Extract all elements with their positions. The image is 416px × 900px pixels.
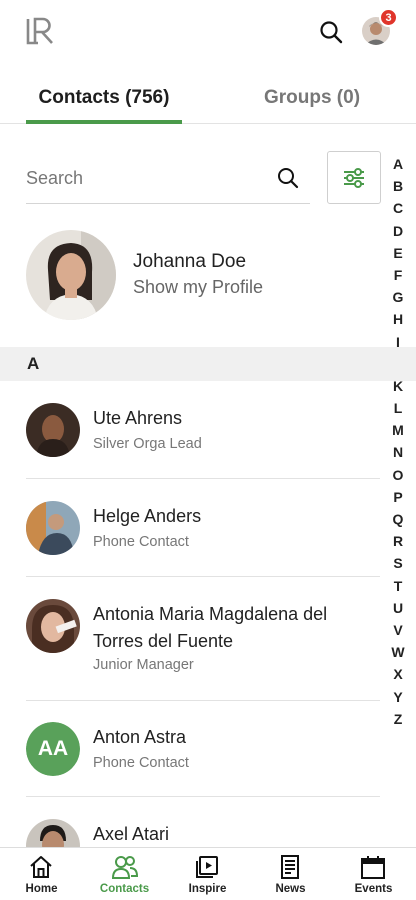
nav-news[interactable]: News: [249, 848, 332, 900]
events-icon: [361, 856, 385, 879]
my-profile-avatar[interactable]: [26, 230, 116, 320]
my-profile-card[interactable]: Johanna Doe Show my Profile: [26, 230, 376, 320]
contact-role: Phone Contact: [93, 534, 189, 550]
nav-inspire-label: Inspire: [188, 883, 227, 895]
contact-name: Axel Atari: [93, 824, 170, 844]
alphabet-letter-d[interactable]: D: [389, 220, 407, 242]
lr-logo-icon[interactable]: [26, 17, 54, 45]
contact-row[interactable]: Helge Anders Phone Contact: [0, 479, 380, 576]
contact-row[interactable]: Axel Atari: [0, 797, 380, 873]
nav-events-label: Events: [354, 883, 393, 895]
alphabet-letter-w[interactable]: W: [389, 641, 407, 663]
news-icon: [281, 855, 299, 879]
contact-row[interactable]: Antonia Maria Magdalena del Torres del F…: [0, 577, 380, 700]
contact-row[interactable]: AA Anton Astra Phone Contact: [0, 701, 380, 797]
contact-avatar: [26, 403, 80, 457]
contact-role: Silver Orga Lead: [93, 436, 202, 452]
active-tab-indicator: [26, 120, 182, 124]
top-bar: 3: [0, 0, 416, 64]
alphabet-letter-p[interactable]: P: [389, 486, 407, 508]
alphabet-letter-h[interactable]: H: [389, 308, 407, 330]
tab-contacts-label: Contacts (756): [38, 87, 170, 108]
alphabet-letter-x[interactable]: X: [389, 663, 407, 685]
contacts-icon: [111, 856, 139, 879]
tab-groups[interactable]: Groups (0): [208, 72, 416, 124]
alphabet-letter-b[interactable]: B: [389, 175, 407, 197]
alphabet-letter-g[interactable]: G: [389, 286, 407, 308]
contact-name: Antonia Maria Magdalena del Torres del F…: [93, 604, 328, 651]
search-icon[interactable]: [318, 19, 344, 45]
section-letter: A: [27, 354, 40, 373]
alphabet-index: ABCDEFGHIJKLMNOPQRSTUVWXYZ: [389, 153, 407, 730]
contact-name: Anton Astra: [93, 727, 187, 747]
alphabet-letter-s[interactable]: S: [389, 552, 407, 574]
nav-home-label: Home: [25, 883, 58, 895]
inspire-icon: [196, 856, 218, 878]
alphabet-letter-t[interactable]: T: [389, 575, 407, 597]
tab-bar: Contacts (756) Groups (0): [0, 72, 416, 124]
nav-inspire[interactable]: Inspire: [166, 848, 249, 900]
search-field: [26, 154, 310, 204]
alphabet-letter-m[interactable]: M: [389, 419, 407, 441]
alphabet-letter-a[interactable]: A: [389, 153, 407, 175]
alphabet-letter-o[interactable]: O: [389, 464, 407, 486]
alphabet-letter-e[interactable]: E: [389, 242, 407, 264]
nav-home[interactable]: Home: [0, 848, 83, 900]
alphabet-letter-z[interactable]: Z: [389, 708, 407, 730]
filter-button[interactable]: [327, 151, 381, 204]
contact-role: Junior Manager: [93, 657, 194, 673]
contact-row[interactable]: Ute Ahrens Silver Orga Lead: [0, 381, 380, 479]
tab-groups-label: Groups (0): [263, 87, 361, 108]
contact-name: Helge Anders: [93, 506, 202, 526]
contact-role: Phone Contact: [93, 755, 189, 771]
alphabet-letter-r[interactable]: R: [389, 530, 407, 552]
search-input[interactable]: [26, 162, 266, 194]
my-profile-name: Johanna Doe: [133, 251, 247, 272]
contact-avatar: [26, 501, 80, 555]
alphabet-letter-l[interactable]: L: [389, 397, 407, 419]
contact-avatar: AA: [26, 722, 80, 776]
alphabet-letter-q[interactable]: Q: [389, 508, 407, 530]
alphabet-letter-u[interactable]: U: [389, 597, 407, 619]
nav-contacts[interactable]: Contacts: [83, 848, 166, 900]
notification-badge: 3: [379, 8, 398, 27]
show-profile-link[interactable]: Show my Profile: [133, 277, 263, 298]
filter-sliders-icon: [344, 167, 364, 188]
contact-avatar: [26, 599, 80, 653]
alphabet-letter-n[interactable]: N: [389, 441, 407, 463]
home-icon: [30, 856, 52, 878]
tab-contacts[interactable]: Contacts (756): [0, 72, 208, 124]
alphabet-letter-c[interactable]: C: [389, 197, 407, 219]
alphabet-letter-y[interactable]: Y: [389, 686, 407, 708]
alphabet-letter-v[interactable]: V: [389, 619, 407, 641]
search-icon[interactable]: [276, 166, 300, 190]
contact-name: Ute Ahrens: [93, 408, 183, 428]
nav-events[interactable]: Events: [332, 848, 415, 900]
section-header: A: [0, 347, 416, 381]
nav-contacts-label: Contacts: [99, 883, 150, 895]
nav-news-label: News: [275, 883, 306, 895]
bottom-nav: Home Contacts Inspire News Events: [0, 847, 416, 900]
contact-initials: AA: [26, 722, 80, 776]
alphabet-letter-f[interactable]: F: [389, 264, 407, 286]
